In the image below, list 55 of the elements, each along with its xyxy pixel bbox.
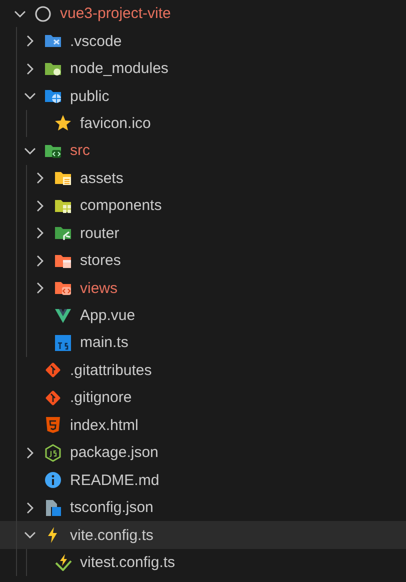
tree-item[interactable]: node_modules [0, 54, 406, 82]
file-name: package.json [70, 444, 158, 462]
folder-name: vite.config.ts [70, 526, 154, 544]
tree-item[interactable]: views [0, 274, 406, 302]
globe-folder-icon [44, 87, 62, 106]
typescript-icon [54, 334, 72, 352]
folder-icon [54, 169, 72, 188]
file-name: favicon.ico [80, 114, 151, 132]
folder-name: router [80, 224, 120, 242]
info-icon [44, 471, 62, 490]
folder-name: views [80, 280, 118, 297]
config-file-icon [44, 498, 62, 517]
tree-item[interactable]: index.html [0, 412, 406, 439]
folder-name: .vscode [70, 32, 122, 50]
tree-item[interactable]: .gitattributes [0, 356, 406, 384]
lightning-check-icon [54, 553, 72, 572]
file-name: main.ts [80, 334, 128, 352]
tree-item[interactable]: vite.config.ts [0, 521, 406, 549]
file-name: README.md [70, 472, 160, 489]
tree-item[interactable]: main.ts [0, 329, 406, 357]
tree-item[interactable]: vue3-project-vite [0, 0, 406, 28]
tree-item[interactable]: router [0, 220, 406, 247]
hexagon-icon [44, 444, 62, 462]
tree-item[interactable]: README.md [0, 466, 406, 494]
tree-item[interactable]: stores [0, 246, 406, 274]
tree-item[interactable]: favicon.ico [0, 110, 406, 138]
file-name: App.vue [80, 307, 136, 324]
tree-item[interactable]: .gitignore [0, 384, 406, 412]
folder-name: stores [80, 252, 121, 270]
tree-item[interactable]: src [0, 137, 406, 165]
file-name: .gitattributes [70, 362, 152, 379]
file-name: index.html [70, 416, 138, 434]
tree-item[interactable]: assets [0, 164, 406, 192]
folder-icon [54, 224, 72, 242]
tree-item[interactable]: .vscode [0, 27, 406, 55]
folder-name: vue3-project-vite [60, 5, 171, 22]
tree-item[interactable]: public [0, 82, 406, 110]
file-name: tsconfig.json [70, 499, 154, 516]
folder-name: public [70, 88, 110, 105]
tree-item[interactable]: components [0, 192, 406, 220]
tree-item[interactable]: vitest.config.ts [0, 548, 406, 576]
tree-item[interactable]: package.json [0, 439, 406, 466]
folder-name: assets [80, 170, 124, 187]
circle-icon [34, 4, 52, 23]
html-icon [44, 416, 62, 434]
vue-icon [54, 306, 72, 325]
file-name: .gitignore [70, 389, 132, 406]
folder-icon [54, 279, 72, 298]
folder-name: node_modules [70, 60, 168, 78]
file-name: vitest.config.ts [80, 554, 176, 571]
folder-name: src [70, 142, 90, 160]
tree-item[interactable]: App.vue [0, 302, 406, 330]
tree-item[interactable]: tsconfig.json [0, 494, 406, 522]
star-icon [54, 114, 72, 132]
folder-name: components [80, 197, 162, 214]
